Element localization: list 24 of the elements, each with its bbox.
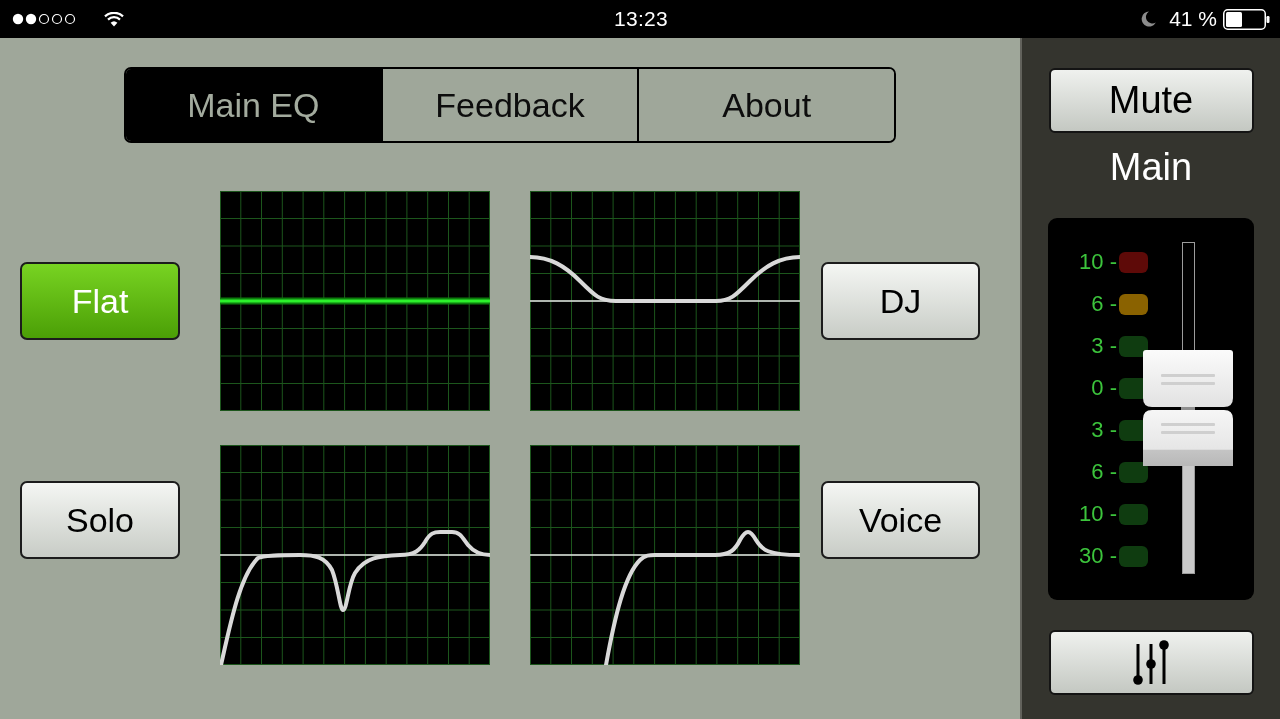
preset-button[interactable]: Solo [20, 481, 180, 559]
meter-scale-label: 10 - [1079, 249, 1117, 275]
meter-scale-label: 3 - [1091, 333, 1117, 359]
tab[interactable]: Main EQ [126, 69, 381, 141]
wifi-icon [104, 11, 124, 27]
preset-button[interactable]: DJ [821, 262, 980, 340]
battery-icon [1223, 8, 1270, 30]
fader-handle[interactable] [1143, 350, 1233, 466]
meter-scale-label: 3 - [1091, 417, 1117, 443]
tab[interactable]: About [637, 69, 894, 141]
mixer-button[interactable] [1048, 630, 1254, 695]
moon-icon [1141, 11, 1157, 27]
signal-dots-icon [12, 13, 77, 25]
status-time: 13:23 [613, 7, 669, 31]
meter-scale-label: 30 - [1079, 543, 1117, 569]
channel-name-label: Main [1109, 145, 1193, 189]
battery-percentage: 41 % [1169, 7, 1217, 31]
meter-scale-label: 6 - [1091, 291, 1117, 317]
sliders-icon [1133, 639, 1169, 686]
preset-button[interactable]: Voice [821, 481, 980, 559]
mute-button[interactable]: Mute [1048, 68, 1254, 133]
meter-scale-label: 6 - [1091, 459, 1117, 485]
meter-scale-label: 10 - [1079, 501, 1117, 527]
meter-scale-label: 0 - [1091, 375, 1117, 401]
